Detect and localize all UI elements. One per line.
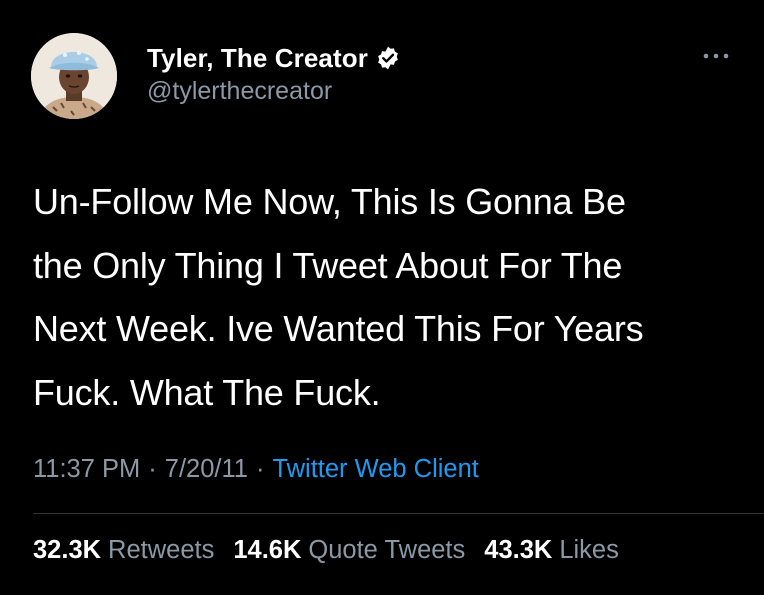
likes-count: 43.3K	[484, 536, 553, 564]
divider	[33, 513, 764, 514]
tweet-meta: 11:37 PM · 7/20/11 · Twitter Web Client	[33, 455, 479, 484]
author-handle[interactable]: @tylerthecreator	[147, 77, 332, 106]
verified-badge-icon	[375, 45, 401, 71]
meta-separator: ·	[148, 455, 157, 483]
retweets-count: 32.3K	[33, 536, 102, 564]
quote-tweets-count: 14.6K	[233, 536, 302, 564]
tweet-text: Un-Follow Me Now, This Is Gonna Be the O…	[33, 181, 644, 413]
more-options-icon[interactable]	[698, 44, 734, 68]
tweet-stats: 32.3K Retweets 14.6K Quote Tweets 43.3K …	[33, 536, 638, 565]
tweet-date[interactable]: 7/20/11	[165, 455, 248, 484]
likes-stat[interactable]: 43.3K Likes	[484, 536, 619, 565]
meta-separator: ·	[255, 455, 265, 483]
tweet-time[interactable]: 11:37 PM	[33, 455, 140, 484]
retweets-stat[interactable]: 32.3K Retweets	[33, 536, 214, 565]
retweets-label: Retweets	[108, 536, 215, 564]
likes-label: Likes	[559, 536, 619, 564]
display-name[interactable]: Tyler, The Creator	[147, 43, 368, 74]
tweet-card: Tyler, The Creator @tylerthecreator Un-F…	[0, 0, 764, 595]
author-name-row: Tyler, The Creator	[147, 42, 401, 74]
quote-tweets-label: Quote Tweets	[308, 536, 466, 564]
avatar[interactable]	[31, 33, 117, 119]
tweet-client-link[interactable]: Twitter Web Client	[272, 455, 478, 484]
quote-tweets-stat[interactable]: 14.6K Quote Tweets	[233, 536, 465, 565]
avatar-photo	[31, 33, 117, 119]
